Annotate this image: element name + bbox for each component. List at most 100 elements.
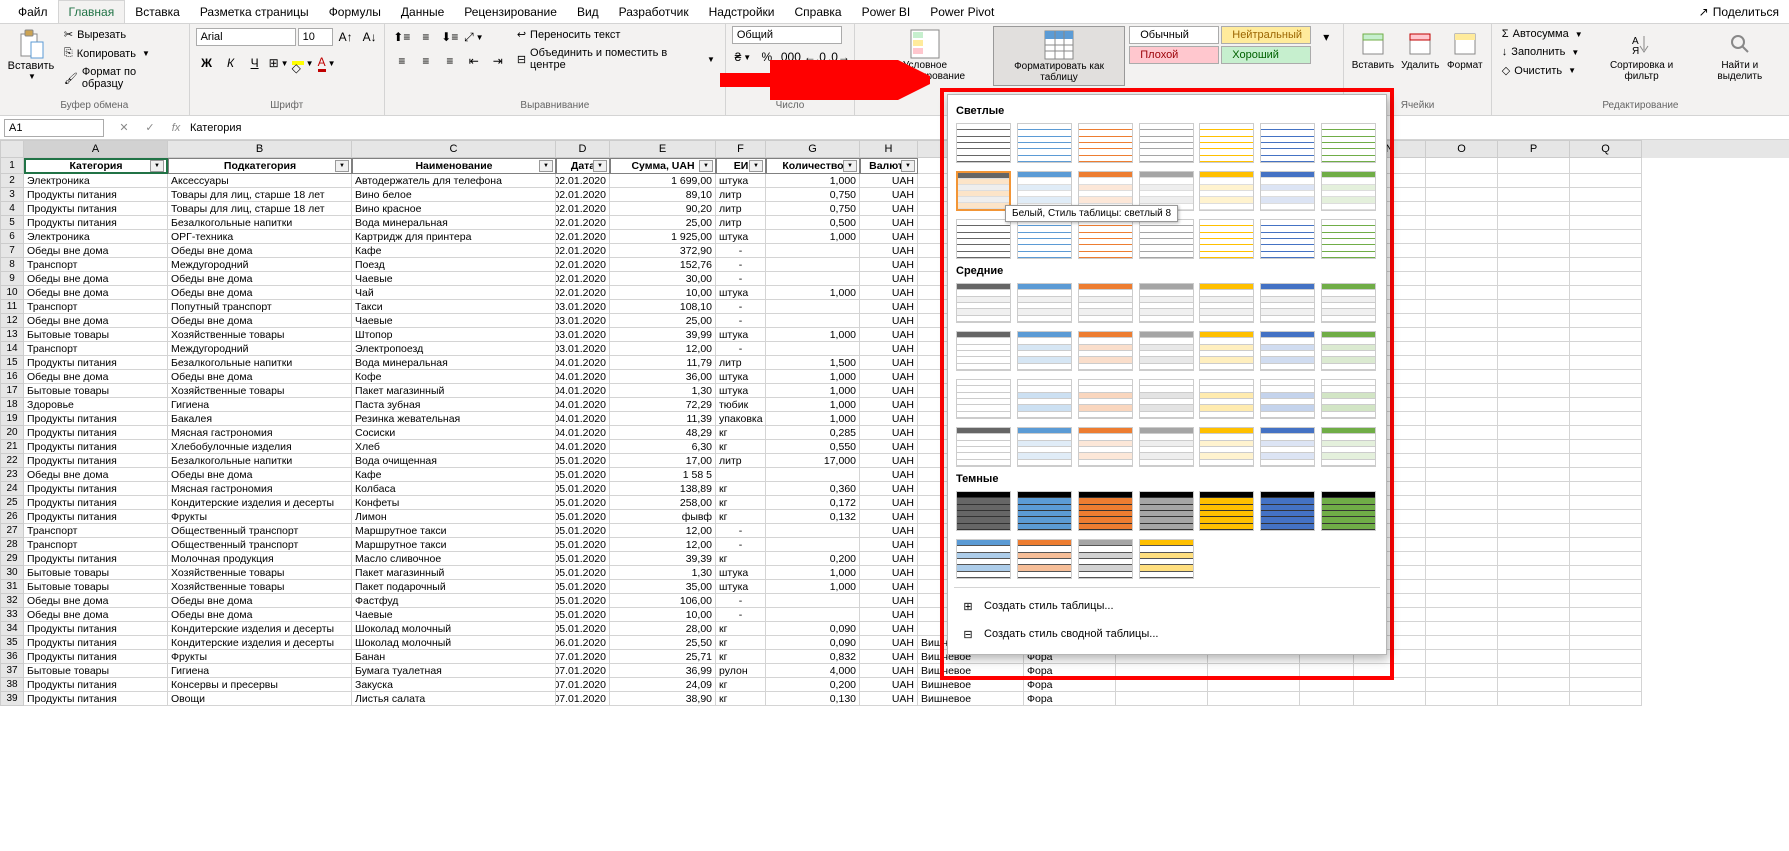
cell[interactable]: 1,30 — [610, 384, 716, 398]
cell[interactable] — [1570, 398, 1642, 412]
cell[interactable]: Хозяйственные товары — [168, 566, 352, 580]
cell[interactable]: UAH — [860, 314, 918, 328]
cell[interactable]: 02.01.2020 — [556, 202, 610, 216]
cell[interactable]: штука — [716, 580, 766, 594]
cell[interactable]: UAH — [860, 664, 918, 678]
cell[interactable]: Бытовые товары — [24, 580, 168, 594]
cell[interactable] — [1570, 384, 1642, 398]
cell[interactable]: Здоровье — [24, 398, 168, 412]
cell[interactable]: UAH — [860, 328, 918, 342]
cell[interactable]: 0,200 — [766, 552, 860, 566]
cell[interactable] — [1570, 158, 1642, 174]
cell[interactable]: Кондитерские изделия и десерты — [168, 636, 352, 650]
cell[interactable]: Хлеб — [352, 440, 556, 454]
cell[interactable]: Попутный транспорт — [168, 300, 352, 314]
row-header[interactable]: 16 — [0, 370, 24, 384]
cell[interactable]: 05.01.2020 — [556, 608, 610, 622]
column-header[interactable]: P — [1498, 140, 1570, 158]
underline-button[interactable]: Ч — [244, 52, 266, 74]
align-bottom-button[interactable]: ⬇≡ — [439, 26, 461, 48]
cell[interactable]: Бакалея — [168, 412, 352, 426]
cell[interactable] — [1426, 300, 1498, 314]
cell[interactable]: 1,000 — [766, 384, 860, 398]
cell[interactable]: UAH — [860, 594, 918, 608]
cell[interactable]: 1,500 — [766, 356, 860, 370]
filter-arrow-button[interactable]: ▼ — [539, 160, 553, 172]
cell[interactable] — [1426, 328, 1498, 342]
cell[interactable] — [1570, 230, 1642, 244]
cell[interactable]: 152,76 — [610, 258, 716, 272]
cell[interactable]: Безалкогольные напитки — [168, 356, 352, 370]
cell[interactable]: Лимон — [352, 510, 556, 524]
cell[interactable]: Междугородний — [168, 258, 352, 272]
cell[interactable] — [1354, 678, 1426, 692]
cell[interactable] — [1498, 468, 1570, 482]
cell[interactable] — [1570, 496, 1642, 510]
cell[interactable] — [1498, 174, 1570, 188]
cell[interactable]: рулон — [716, 664, 766, 678]
cell[interactable]: 12,00 — [610, 342, 716, 356]
cell[interactable]: 02.01.2020 — [556, 230, 610, 244]
cell[interactable]: Чаевые — [352, 272, 556, 286]
cell[interactable] — [1426, 174, 1498, 188]
cell[interactable]: Паста зубная — [352, 398, 556, 412]
cell[interactable] — [1498, 678, 1570, 692]
cell[interactable]: Транспорт — [24, 300, 168, 314]
cell[interactable]: Бытовые товары — [24, 566, 168, 580]
cell[interactable]: Транспорт — [24, 258, 168, 272]
cell[interactable]: 90,20 — [610, 202, 716, 216]
row-header[interactable]: 2 — [0, 174, 24, 188]
table-style-option[interactable] — [1321, 491, 1376, 531]
table-style-option[interactable] — [1199, 219, 1254, 259]
cell[interactable]: Продукты питания — [24, 426, 168, 440]
cell[interactable]: 04.01.2020 — [556, 370, 610, 384]
cell[interactable] — [766, 594, 860, 608]
table-style-option[interactable] — [1139, 331, 1194, 371]
cell[interactable] — [1498, 440, 1570, 454]
row-header[interactable]: 17 — [0, 384, 24, 398]
cell[interactable]: штука — [716, 230, 766, 244]
cell[interactable] — [766, 314, 860, 328]
cell-style-bad[interactable]: Плохой — [1129, 46, 1219, 64]
cell[interactable] — [1570, 314, 1642, 328]
cell[interactable]: Продукты питания — [24, 636, 168, 650]
align-center-button[interactable]: ≡ — [415, 50, 437, 72]
row-header[interactable]: 4 — [0, 202, 24, 216]
cell[interactable]: 36,99 — [610, 664, 716, 678]
format-as-table-button[interactable]: Форматировать как таблицу — [993, 26, 1125, 86]
fill-button[interactable]: ↓Заполнить▼ — [1498, 44, 1587, 60]
cell[interactable]: 372,90 — [610, 244, 716, 258]
cell[interactable] — [1570, 510, 1642, 524]
cell[interactable]: Хозяйственные товары — [168, 580, 352, 594]
cell[interactable]: 4,000 — [766, 664, 860, 678]
cell[interactable]: Транспорт — [24, 524, 168, 538]
autosum-button[interactable]: ΣАвтосумма▼ — [1498, 26, 1587, 42]
table-style-option[interactable] — [956, 171, 1011, 211]
cell[interactable] — [1498, 230, 1570, 244]
cell[interactable]: фывф — [610, 510, 716, 524]
table-style-option[interactable] — [1139, 283, 1194, 323]
cell[interactable]: Консервы и пресервы — [168, 678, 352, 692]
align-left-button[interactable]: ≡ — [391, 50, 413, 72]
cell[interactable]: 1,000 — [766, 286, 860, 300]
cell[interactable] — [1426, 524, 1498, 538]
cell[interactable]: UAH — [860, 440, 918, 454]
cell[interactable]: Хозяйственные товары — [168, 384, 352, 398]
cell[interactable]: штука — [716, 174, 766, 188]
sort-filter-button[interactable]: AЯ Сортировка и фильтр — [1591, 26, 1693, 84]
table-style-option[interactable] — [1260, 331, 1315, 371]
create-table-style-button[interactable]: ⊞ Создать стиль таблицы... — [954, 592, 1380, 620]
table-style-option[interactable] — [1139, 123, 1194, 163]
cell[interactable]: Товары для лиц, старше 18 лет — [168, 202, 352, 216]
cell[interactable] — [1426, 342, 1498, 356]
cell[interactable]: Обеды вне дома — [168, 468, 352, 482]
cell[interactable]: 30,00 — [610, 272, 716, 286]
cell[interactable]: Гигиена — [168, 398, 352, 412]
table-style-option[interactable] — [1078, 379, 1133, 419]
cell[interactable]: 48,29 — [610, 426, 716, 440]
cell[interactable]: Автодержатель для телефона — [352, 174, 556, 188]
cell[interactable]: UAH — [860, 258, 918, 272]
row-header[interactable]: 36 — [0, 650, 24, 664]
row-header[interactable]: 37 — [0, 664, 24, 678]
table-style-option[interactable] — [1199, 379, 1254, 419]
